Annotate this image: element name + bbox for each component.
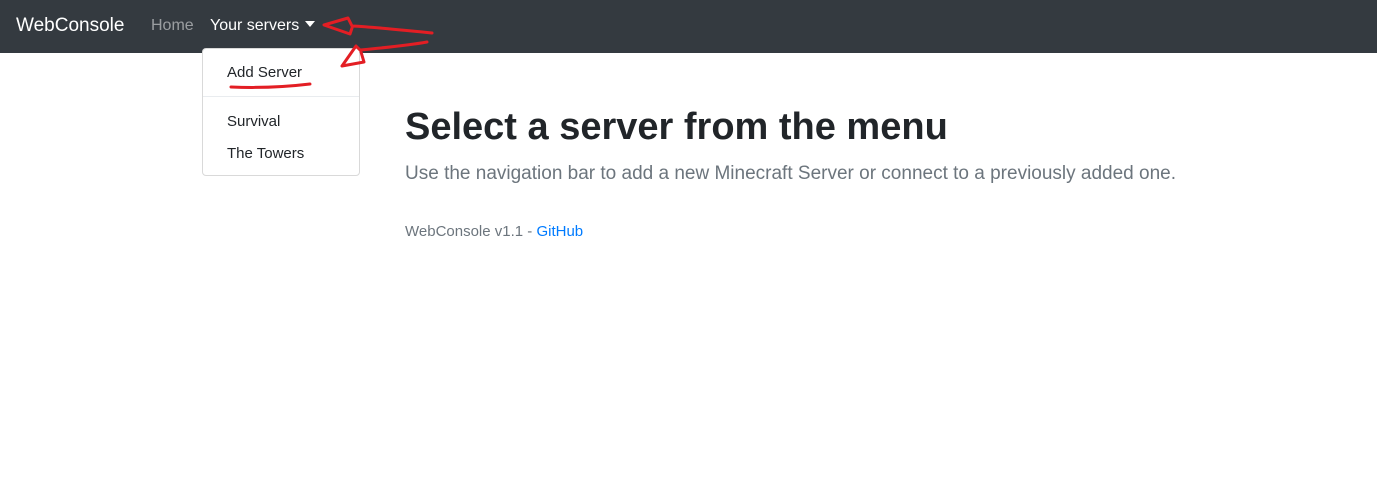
dropdown-item-server[interactable]: The Towers	[203, 144, 359, 164]
dropdown-item-add-server[interactable]: Add Server	[203, 63, 359, 83]
caret-down-icon	[305, 21, 316, 27]
page-lead-text: Use the navigation bar to add a new Mine…	[405, 163, 1177, 184]
top-navbar: WebConsole Home Your servers	[0, 0, 1377, 53]
github-link[interactable]: GitHub	[536, 223, 583, 240]
dropdown-divider	[203, 96, 359, 97]
page-title: Select a server from the menu	[405, 106, 948, 148]
footer-text: WebConsole v1.1 - GitHub	[405, 222, 583, 242]
footer-separator: -	[523, 223, 537, 240]
dropdown-item-server[interactable]: Survival	[203, 112, 359, 132]
brand-logo[interactable]: WebConsole	[16, 13, 124, 39]
version-label: WebConsole v1.1	[405, 223, 524, 240]
nav-your-servers-toggle[interactable]: Your servers	[210, 16, 316, 36]
nav-your-servers-label: Your servers	[210, 17, 300, 34]
servers-dropdown-menu: Add Server Survival The Towers	[202, 48, 360, 176]
nav-home-link[interactable]: Home	[151, 16, 194, 36]
